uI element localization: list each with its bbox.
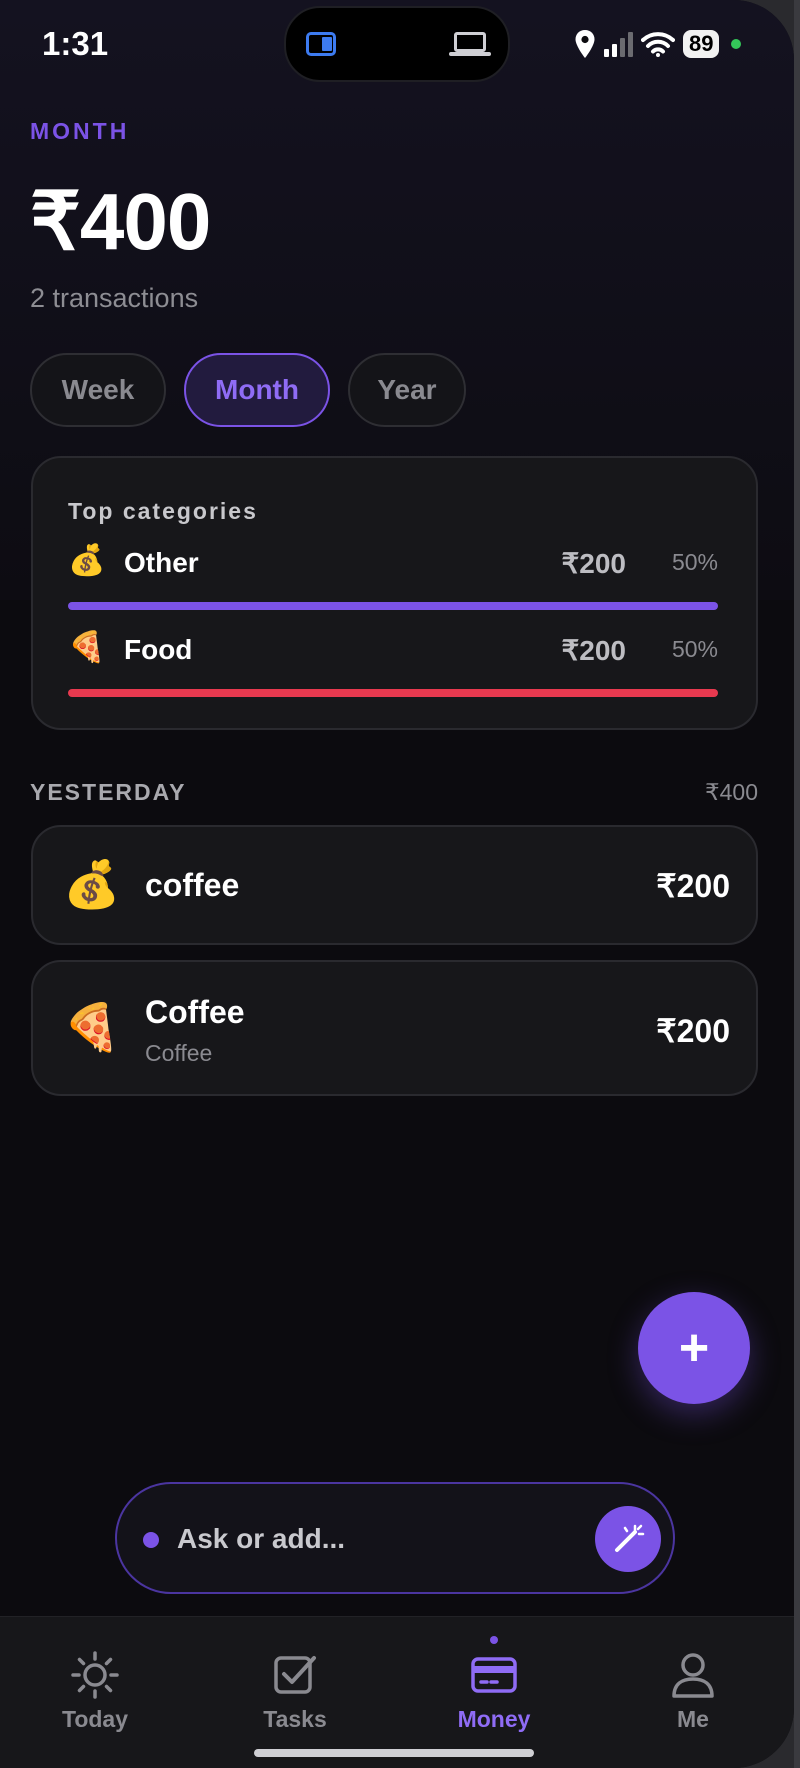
status-icons: 89 bbox=[574, 24, 742, 64]
wifi-icon bbox=[641, 32, 675, 57]
day-total: ₹400 bbox=[704, 779, 758, 805]
battery-indicator: 89 bbox=[683, 30, 720, 58]
window-edge bbox=[794, 0, 800, 1768]
category-name: Food bbox=[124, 634, 193, 665]
tab-label: Money bbox=[457, 1706, 531, 1732]
category-percent: 50% bbox=[671, 636, 718, 662]
period-selector: Week Month Year bbox=[30, 353, 466, 427]
privacy-dot bbox=[731, 39, 742, 49]
dynamic-island bbox=[284, 6, 510, 82]
total-amount: ₹400 bbox=[30, 177, 211, 266]
person-icon bbox=[672, 1653, 714, 1698]
money-bag-icon: 💰 bbox=[63, 858, 121, 910]
day-label: YESTERDAY bbox=[30, 779, 187, 805]
top-categories-title: Top categories bbox=[68, 498, 258, 524]
transaction-title: coffee bbox=[145, 867, 240, 903]
transaction-row[interactable]: 💰 coffee ₹200 bbox=[31, 825, 758, 945]
pizza-icon: 🍕 bbox=[68, 631, 106, 664]
status-time: 1:31 bbox=[42, 25, 109, 62]
tab-today[interactable]: Today bbox=[35, 1650, 155, 1733]
sun-icon bbox=[71, 1651, 119, 1699]
pizza-icon: 🍕 bbox=[63, 1001, 121, 1053]
week-pill[interactable]: Week bbox=[30, 353, 166, 427]
category-percent: 50% bbox=[671, 549, 718, 575]
money-bag-icon: 💰 bbox=[68, 544, 106, 577]
category-row-food[interactable]: 🍕 Food ₹200 50% bbox=[68, 631, 718, 668]
split-view-icon bbox=[306, 32, 336, 56]
transaction-amount: ₹200 bbox=[656, 868, 730, 904]
category-amount: ₹200 bbox=[561, 635, 626, 666]
tab-money[interactable]: Money bbox=[434, 1636, 554, 1733]
transaction-title: Coffee bbox=[145, 994, 245, 1030]
transaction-row[interactable]: 🍕 Coffee Coffee ₹200 bbox=[31, 960, 758, 1096]
magic-wand-button[interactable] bbox=[595, 1506, 661, 1572]
tab-label: Tasks bbox=[263, 1706, 327, 1732]
year-pill[interactable]: Year bbox=[348, 353, 466, 427]
category-name: Other bbox=[124, 547, 199, 578]
category-amount: ₹200 bbox=[561, 548, 626, 579]
ask-dot bbox=[143, 1532, 159, 1548]
wallet-icon bbox=[471, 1657, 517, 1693]
location-icon bbox=[575, 30, 595, 58]
add-transaction-button[interactable]: + bbox=[638, 1292, 750, 1404]
tab-me[interactable]: Me bbox=[633, 1650, 753, 1733]
category-bar-other bbox=[68, 602, 718, 610]
home-indicator bbox=[254, 1749, 534, 1757]
ask-bar bbox=[115, 1482, 675, 1594]
phone-screen: 1:31 89 MONTH ₹400 2 transactions Week M… bbox=[0, 0, 794, 1768]
signal-icon bbox=[604, 31, 633, 57]
category-row-other[interactable]: 💰 Other ₹200 50% bbox=[68, 544, 718, 581]
tab-label: Today bbox=[61, 1706, 129, 1732]
laptop-icon bbox=[449, 32, 491, 56]
ask-input[interactable] bbox=[175, 1514, 559, 1564]
tab-tasks[interactable]: Tasks bbox=[235, 1650, 355, 1733]
month-pill[interactable]: Month bbox=[184, 353, 330, 427]
period-label: MONTH bbox=[30, 118, 130, 144]
transaction-amount: ₹200 bbox=[656, 1013, 730, 1049]
active-tab-dot bbox=[490, 1636, 498, 1644]
category-bar-food bbox=[68, 689, 718, 697]
top-categories-card: Top categories 💰 Other ₹200 50% 🍕 Food ₹… bbox=[31, 456, 758, 730]
tab-bar: Today Tasks Money Me bbox=[0, 1616, 794, 1768]
tab-label: Me bbox=[677, 1706, 709, 1732]
checkbox-icon bbox=[274, 1656, 316, 1694]
transaction-subtitle: Coffee bbox=[145, 1040, 213, 1066]
transaction-count: 2 transactions bbox=[30, 283, 199, 313]
magic-wand-icon bbox=[615, 1524, 645, 1552]
